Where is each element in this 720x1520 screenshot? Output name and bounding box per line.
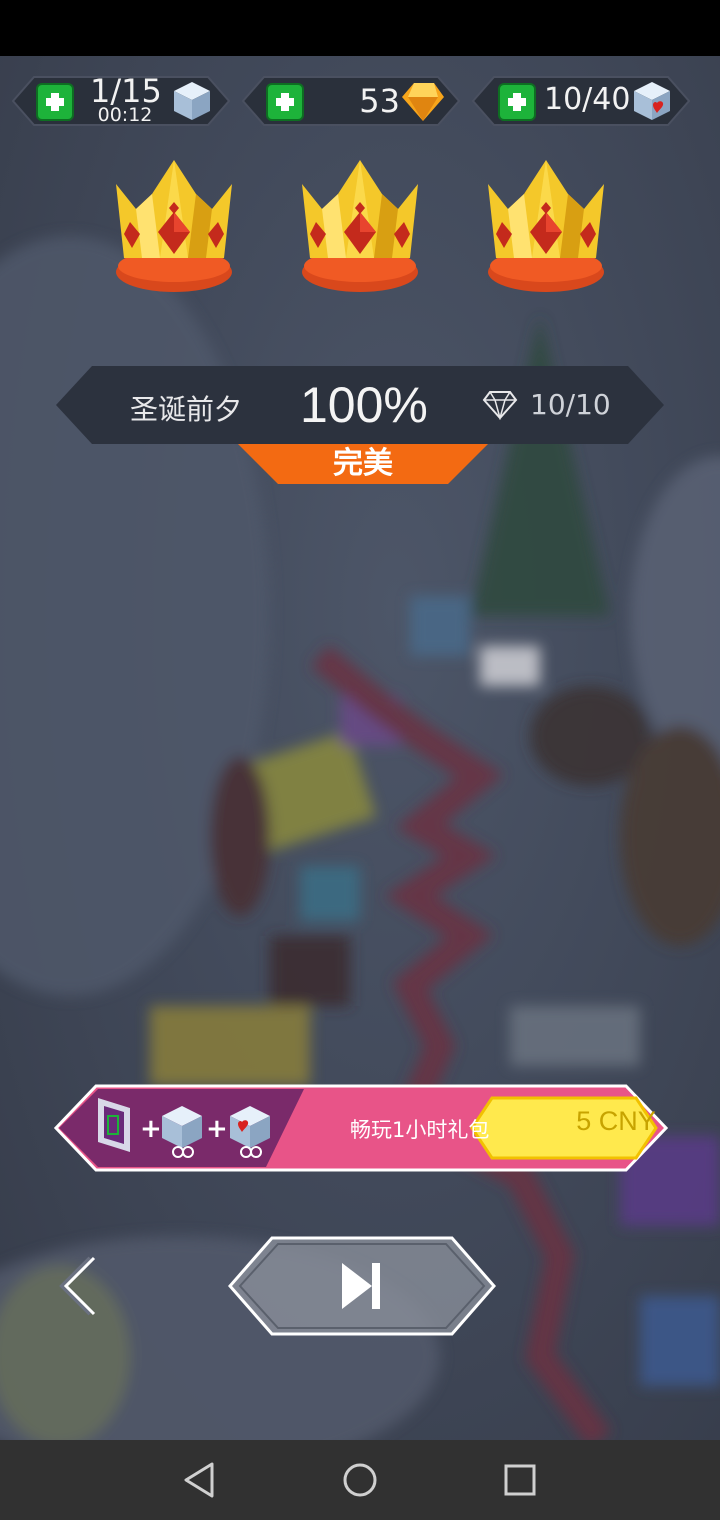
svg-text:+: + — [206, 1114, 228, 1144]
crown-3-icon — [488, 160, 604, 292]
back-button[interactable] — [50, 1254, 106, 1318]
add-cubes-button[interactable] — [36, 83, 74, 121]
nav-back-button[interactable] — [178, 1458, 222, 1502]
next-level-button[interactable] — [226, 1234, 498, 1338]
skip-next-icon — [342, 1263, 380, 1309]
portal-frame-icon — [98, 1098, 130, 1152]
heart-cube-counter: 10/40 — [472, 76, 690, 126]
level-result-banner: 圣诞前夕 100% 10/10 — [56, 366, 664, 444]
orange-gem-icon — [402, 83, 444, 121]
cube-timer: 00:12 — [97, 104, 153, 126]
svg-text:+: + — [140, 1114, 162, 1144]
completion-percent: 100% — [300, 377, 428, 433]
crown-2-icon — [302, 160, 418, 292]
infinite-ice-cube-icon — [162, 1106, 202, 1158]
rating-label: 完美 — [333, 446, 393, 481]
add-hearts-button[interactable] — [498, 83, 536, 121]
nav-home-button[interactable] — [338, 1458, 382, 1502]
price-button[interactable]: 5 CNY — [540, 1106, 692, 1137]
gem-count: 53 — [359, 82, 400, 120]
recents-square-icon — [504, 1464, 536, 1496]
diamond-icon — [482, 391, 518, 420]
system-navigation-bar — [0, 1440, 720, 1520]
heart-cube-icon — [634, 82, 670, 120]
gem-counter: 53 — [242, 76, 460, 126]
ice-cube-icon — [174, 82, 210, 120]
crown-1-icon — [116, 160, 232, 292]
cube-lives-counter: 1/15 00:12 — [12, 72, 230, 126]
diamond-count: 10/10 — [530, 388, 611, 421]
back-triangle-icon — [184, 1462, 214, 1498]
infinite-heart-cube-icon — [230, 1106, 270, 1158]
status-bar — [0, 0, 720, 56]
crown-rating — [0, 150, 720, 310]
chevron-left-icon — [59, 1256, 96, 1316]
home-circle-icon — [343, 1463, 377, 1497]
one-hour-bundle-offer[interactable]: + + 畅玩1小时礼包 5 CNY — [54, 1084, 668, 1172]
heart-cube-count: 10/40 — [544, 82, 631, 117]
bundle-items-icons: + + — [98, 1098, 270, 1158]
add-gems-button[interactable] — [266, 83, 304, 121]
level-name: 圣诞前夕 — [130, 393, 243, 426]
offer-label: 畅玩1小时礼包 — [350, 1118, 490, 1142]
nav-recents-button[interactable] — [498, 1458, 542, 1502]
rating-tab: 完美 — [238, 444, 488, 484]
